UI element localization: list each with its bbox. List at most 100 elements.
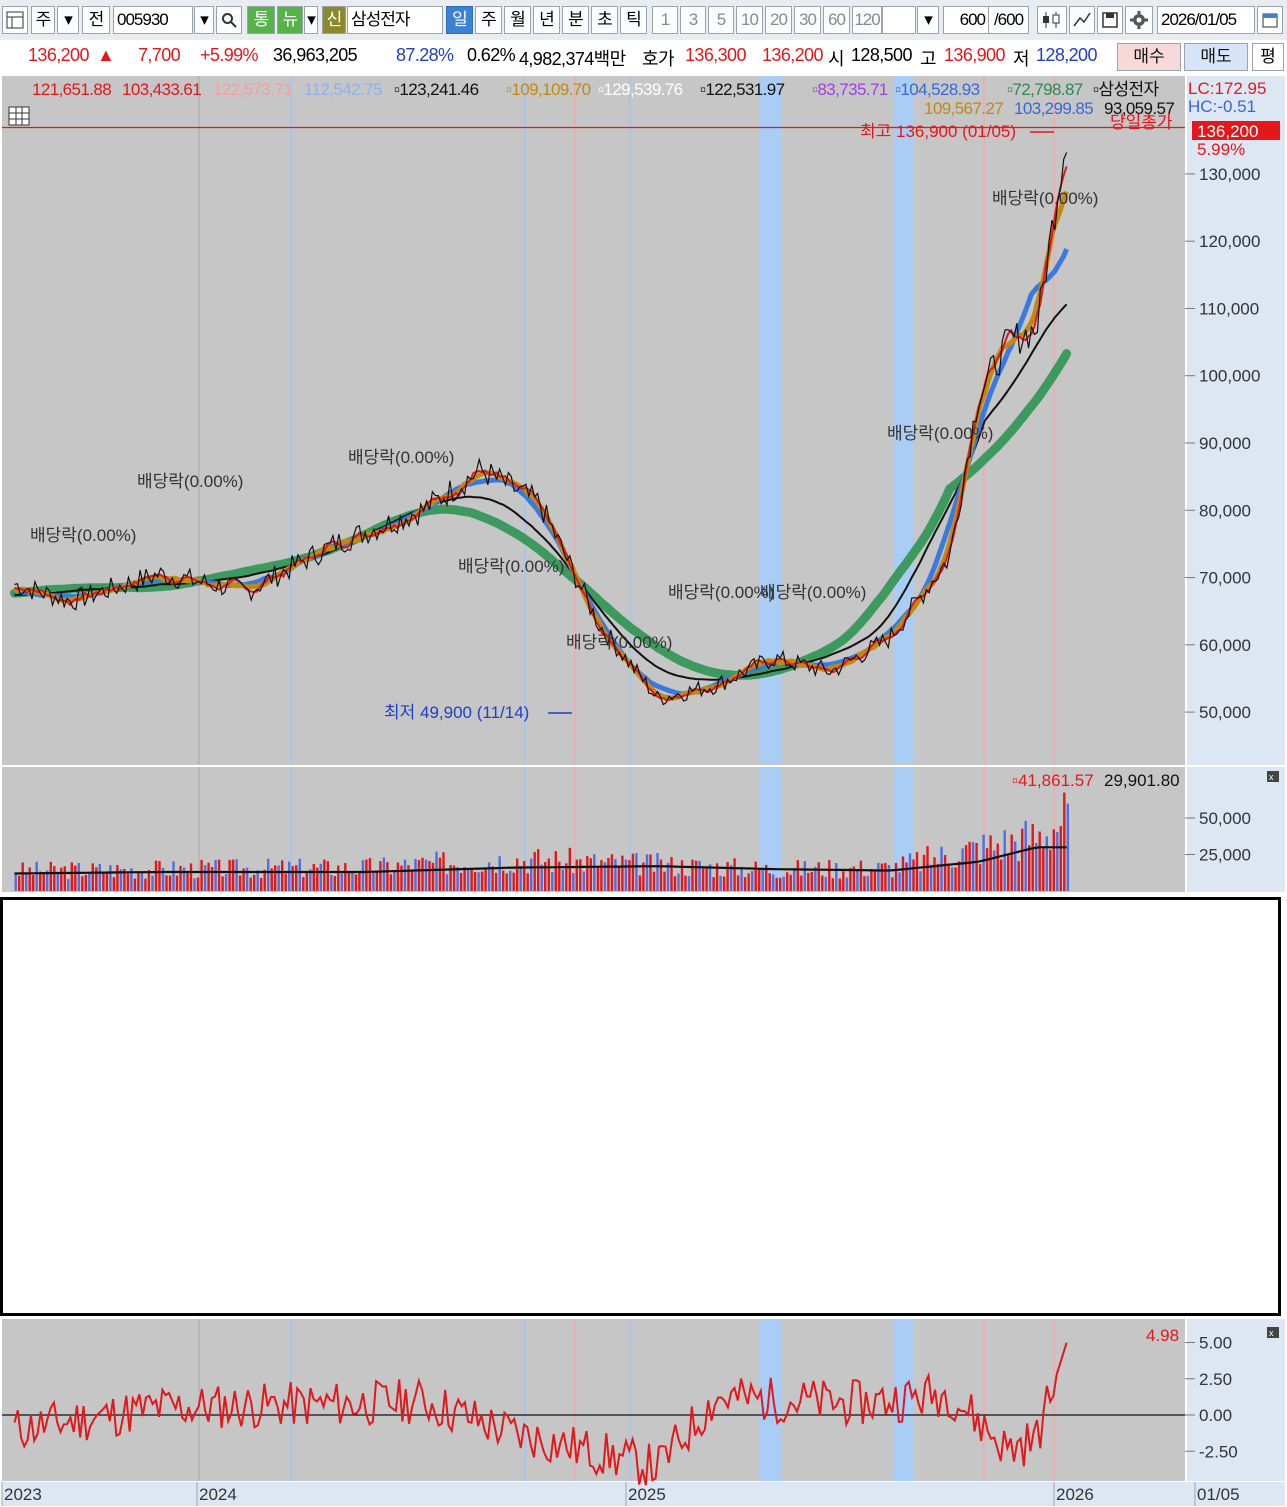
volume-bar xyxy=(894,862,898,891)
volume-bar xyxy=(312,864,315,891)
date-label: 01/05 xyxy=(1197,1485,1240,1504)
volume-bar xyxy=(554,851,557,891)
dividend-annotation: 배당락(0.00%) xyxy=(348,448,454,467)
interval-button-20[interactable]: 20 xyxy=(765,6,792,34)
volume-bar xyxy=(116,865,119,891)
grid-toggle-icon[interactable] xyxy=(8,106,30,126)
volume-bar xyxy=(284,873,287,891)
volume-bar xyxy=(772,874,775,891)
close-pane-icon[interactable]: x xyxy=(1267,1327,1279,1338)
flat-button[interactable]: 평 xyxy=(1252,43,1284,71)
stock-name-field[interactable]: 삼성전자 xyxy=(347,6,443,34)
interval-button-30[interactable]: 30 xyxy=(794,6,821,34)
date-input[interactable]: 2026/01/05 xyxy=(1157,6,1255,34)
volume-bar xyxy=(414,858,417,891)
volume-bar xyxy=(733,858,736,891)
volume-bar xyxy=(933,857,936,891)
volume-bar xyxy=(407,865,410,891)
volume-bar xyxy=(915,852,919,891)
extra-select[interactable] xyxy=(882,6,916,34)
volume-bar xyxy=(579,859,582,891)
open-price: 128,500 xyxy=(851,45,912,65)
legend-value: ▫72,798.87 xyxy=(1007,80,1083,99)
toolbar: 주 ▾ 전 005930 ▾ 통 뉴 ▾ 신 삼성전자 ▾ 600 /600 2… xyxy=(0,0,1287,41)
stock-code-input[interactable]: 005930 xyxy=(113,6,193,34)
volume-bar xyxy=(214,859,217,891)
volume-bar xyxy=(25,872,28,891)
volume-bar xyxy=(736,875,740,891)
volume-bar xyxy=(866,875,870,891)
blank-overlay-panel xyxy=(0,897,1281,1316)
chevron-down-icon[interactable]: ▾ xyxy=(304,6,318,34)
period-button-0[interactable]: 일 xyxy=(446,6,473,34)
volume-bar xyxy=(98,863,101,891)
volume-bar xyxy=(807,872,810,891)
period-button-6[interactable]: 틱 xyxy=(620,6,647,34)
interval-button-5[interactable]: 5 xyxy=(708,6,734,34)
volume-bar xyxy=(635,853,638,891)
volume-tick-label: 50,000 xyxy=(1199,809,1251,828)
volume-bar xyxy=(593,854,596,891)
volume-bar xyxy=(35,861,38,891)
calendar-icon[interactable] xyxy=(1257,6,1283,34)
period-button-2[interactable]: 월 xyxy=(504,6,531,34)
interval-button-1[interactable]: 1 xyxy=(652,6,678,34)
volume-bar xyxy=(1045,836,1048,891)
candle-settings-icon[interactable] xyxy=(1037,6,1067,34)
price-tag-pct: 5.99% xyxy=(1197,140,1245,159)
volume-bar xyxy=(410,871,414,891)
market-select[interactable]: 주 xyxy=(31,6,55,34)
save-icon[interactable] xyxy=(1097,6,1123,34)
volume-bar xyxy=(56,872,59,891)
open-label: 시 xyxy=(828,49,845,69)
period-button-4[interactable]: 분 xyxy=(562,6,589,34)
volume-bar xyxy=(533,852,536,891)
nyu-button[interactable]: 뉴 xyxy=(277,6,303,34)
prefix-button[interactable]: 전 xyxy=(82,6,110,34)
volume-bar xyxy=(165,875,168,891)
chart-menu-icon[interactable] xyxy=(2,6,28,34)
legend-value: ▫삼성전자 xyxy=(1093,80,1160,99)
volume-bar xyxy=(463,867,466,891)
period-button-3[interactable]: 년 xyxy=(533,6,560,34)
volume-bar xyxy=(838,878,841,891)
volume-bar xyxy=(337,865,340,891)
gear-icon[interactable] xyxy=(1125,6,1153,34)
volume-bar xyxy=(610,854,614,891)
volume-bar xyxy=(530,858,533,891)
volume-bar xyxy=(298,858,301,891)
interval-button-10[interactable]: 10 xyxy=(736,6,763,34)
volume-bar xyxy=(319,863,322,891)
volume-bar xyxy=(698,861,701,891)
volume-bar xyxy=(1028,845,1031,891)
low-label: 저 xyxy=(1013,49,1030,69)
sell-button[interactable]: 매도 xyxy=(1184,43,1248,71)
volume-bar xyxy=(982,834,985,891)
volume-bar xyxy=(803,861,806,891)
chevron-down-icon[interactable]: ▾ xyxy=(194,6,214,34)
buy-button[interactable]: 매수 xyxy=(1117,43,1181,71)
volume-bar xyxy=(253,874,256,891)
tong-button[interactable]: 통 xyxy=(247,6,275,34)
interval-button-60[interactable]: 60 xyxy=(823,6,850,34)
chevron-down-icon[interactable]: ▾ xyxy=(917,6,939,34)
interval-button-120[interactable]: 120 xyxy=(852,6,882,34)
volume-bar xyxy=(1066,803,1069,891)
bar-count-input[interactable]: 600 xyxy=(943,6,989,34)
volume-bar xyxy=(537,849,540,891)
osc-last-value: 4.98 xyxy=(1146,1326,1179,1345)
volume-bar xyxy=(631,853,635,891)
search-icon[interactable] xyxy=(216,6,242,34)
volume-bar xyxy=(691,859,694,891)
volume-bar xyxy=(929,864,933,891)
period-button-1[interactable]: 주 xyxy=(475,6,502,34)
volume-bar xyxy=(49,861,52,891)
volume-bar xyxy=(1059,826,1062,891)
chevron-down-icon[interactable]: ▾ xyxy=(57,6,79,34)
period-button-5[interactable]: 초 xyxy=(591,6,618,34)
volume-bar xyxy=(754,861,757,891)
interval-button-3[interactable]: 3 xyxy=(680,6,706,34)
sin-button[interactable]: 신 xyxy=(322,6,346,34)
close-pane-icon[interactable]: x xyxy=(1267,771,1279,782)
trend-line-icon[interactable] xyxy=(1069,6,1095,34)
